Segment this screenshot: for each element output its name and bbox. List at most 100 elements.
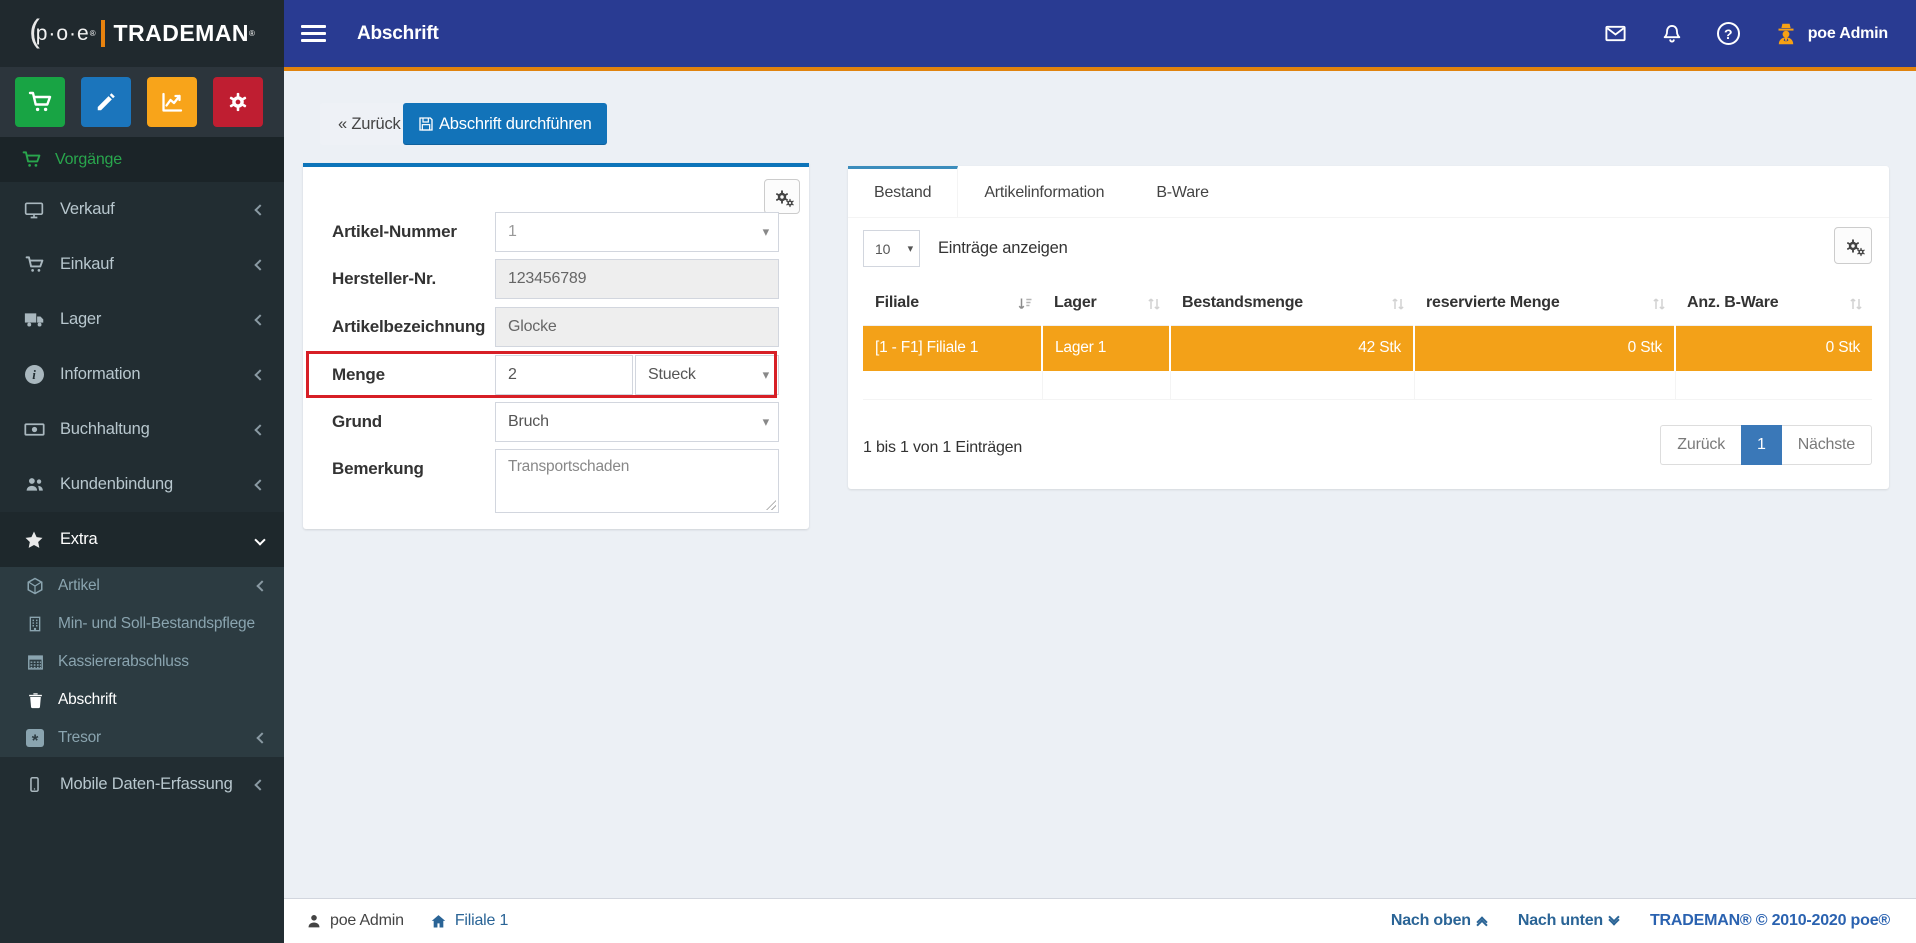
monitor-icon: [22, 200, 46, 220]
sort-both-icon: [1147, 296, 1161, 312]
menge-input[interactable]: 2: [495, 355, 633, 395]
double-chevron-up-icon: [1476, 916, 1488, 931]
sidebar-item-artikel[interactable]: Artikel: [0, 567, 284, 605]
top-navbar: Abschrift poe Admin: [284, 0, 1916, 71]
sidebar-item-buchhaltung[interactable]: Buchhaltung: [0, 402, 284, 457]
brand-name: TRADEMAN: [113, 20, 250, 46]
sort-both-icon: [1849, 296, 1863, 312]
table-header-row: Filiale Lager Bestandsmenge reservierte …: [863, 283, 1872, 326]
artikelbezeichnung-field: Glocke: [495, 307, 779, 347]
building-icon: [24, 616, 46, 632]
sidebar-item-min-soll-bestandspflege[interactable]: Min- und Soll-Bestandspflege: [0, 605, 284, 643]
sidebar: ( p·o·e ® TRADEMAN ® Vorgänge Verkauf Ei…: [0, 0, 284, 943]
pagination-next-button[interactable]: Nächste: [1781, 425, 1872, 465]
chevron-left-icon: [254, 203, 266, 216]
help-button[interactable]: [1716, 22, 1740, 45]
registered-mark: ®: [249, 29, 255, 38]
grund-select[interactable]: Bruch: [495, 402, 779, 442]
cart-icon: [22, 255, 46, 274]
shortcut-edit-button[interactable]: [81, 77, 131, 127]
artikel-nummer-select[interactable]: 1: [495, 212, 779, 252]
app-logo[interactable]: ( p·o·e ® TRADEMAN ®: [0, 0, 284, 67]
tab-bestand[interactable]: Bestand: [848, 166, 959, 217]
sidebar-item-lager[interactable]: Lager: [0, 292, 284, 347]
footer-links: Nach oben Nach unten TRADEMAN® © 2010-20…: [1391, 911, 1890, 931]
form-settings-button[interactable]: [764, 179, 800, 214]
hersteller-nr-label: Hersteller-Nr.: [332, 269, 436, 288]
pencil-icon: [95, 91, 117, 113]
sidebar-item-extra[interactable]: Extra: [0, 512, 284, 567]
cogs-icon: [774, 189, 794, 207]
home-icon: [430, 913, 447, 930]
chevron-left-icon: [254, 478, 266, 491]
shortcut-statistics-button[interactable]: [147, 77, 197, 127]
section-label: Vorgänge: [55, 150, 122, 168]
copyright-text[interactable]: TRADEMAN® © 2010-2020 poe®: [1650, 912, 1890, 930]
sidebar-item-tresor[interactable]: Tresor: [0, 719, 284, 757]
bemerkung-textarea[interactable]: Transportschaden: [495, 449, 779, 513]
chevron-left-icon: [254, 423, 266, 436]
chevron-left-icon: [256, 580, 268, 592]
abschrift-durchfuehren-button[interactable]: Abschrift durchführen: [403, 103, 607, 145]
registered-mark: ®: [89, 29, 96, 38]
sidebar-section-vorgaenge[interactable]: Vorgänge: [0, 137, 284, 182]
pagination: Zurück 1 Nächste: [1660, 425, 1872, 465]
user-menu[interactable]: poe Admin: [1774, 22, 1888, 46]
page-size-select[interactable]: 10: [863, 230, 920, 267]
user-name: poe Admin: [1807, 24, 1888, 42]
messages-button[interactable]: [1604, 22, 1627, 45]
info-circle-icon: [22, 365, 46, 384]
sidebar-item-information[interactable]: Information: [0, 347, 284, 402]
scroll-bottom-link[interactable]: Nach unten: [1518, 911, 1620, 930]
tab-b-ware[interactable]: B-Ware: [1130, 166, 1234, 217]
sidebar-item-einkauf[interactable]: Einkauf: [0, 237, 284, 292]
table-row[interactable]: [1 - F1] Filiale 1 Lager 1 42 Stk 0 Stk …: [863, 325, 1872, 371]
chart-icon: [160, 90, 184, 114]
logo-divider: [101, 20, 106, 47]
page-title: Abschrift: [357, 22, 439, 44]
sort-both-icon: [1391, 296, 1405, 312]
tab-bar: Bestand Artikelinformation B-Ware: [848, 166, 1889, 218]
column-header-reservierte-menge[interactable]: reservierte Menge: [1414, 283, 1675, 326]
sidebar-toggle-button[interactable]: [301, 25, 326, 42]
footer-filiale[interactable]: Filiale 1: [430, 912, 508, 930]
poe-logo-text: p·o·e: [35, 21, 90, 45]
shortcut-sales-button[interactable]: [15, 77, 65, 127]
column-header-lager[interactable]: Lager: [1042, 283, 1170, 326]
calculator-icon: [24, 654, 46, 671]
tab-artikelinformation[interactable]: Artikelinformation: [958, 166, 1130, 217]
cart-icon: [28, 90, 52, 114]
safe-icon: [24, 729, 46, 747]
user-secret-icon: [1774, 22, 1798, 46]
column-header-anz-b-ware[interactable]: Anz. B-Ware: [1675, 283, 1872, 326]
double-chevron-down-icon: [1608, 911, 1620, 926]
banknote-icon: [22, 419, 46, 440]
notifications-button[interactable]: [1661, 23, 1683, 45]
sidebar-item-kundenbindung[interactable]: Kundenbindung: [0, 457, 284, 512]
table-settings-button[interactable]: [1834, 227, 1872, 264]
sidebar-item-verkauf[interactable]: Verkauf: [0, 182, 284, 237]
column-header-filiale[interactable]: Filiale: [863, 283, 1042, 326]
menge-unit-select[interactable]: Stueck: [635, 355, 779, 395]
extra-submenu: Artikel Min- und Soll-Bestandspflege Kas…: [0, 567, 284, 757]
users-icon: [22, 474, 46, 495]
cogs-icon: [227, 91, 249, 113]
sidebar-item-mobile-daten-erfassung[interactable]: Mobile Daten-Erfassung: [0, 757, 284, 812]
shortcut-settings-button[interactable]: [213, 77, 263, 127]
cogs-icon: [1845, 238, 1865, 256]
cart-icon: [22, 150, 41, 169]
person-icon: [306, 913, 322, 929]
sort-both-icon: [1652, 296, 1666, 312]
column-header-bestandsmenge[interactable]: Bestandsmenge: [1170, 283, 1414, 326]
chevron-left-icon: [254, 258, 266, 271]
pagination-prev-button[interactable]: Zurück: [1660, 425, 1741, 465]
sidebar-item-kassiererabschluss[interactable]: Kassiererabschluss: [0, 643, 284, 681]
envelope-icon: [1604, 22, 1627, 45]
sidebar-item-abschrift[interactable]: Abschrift: [0, 681, 284, 719]
pagination-page-1-button[interactable]: 1: [1741, 425, 1782, 465]
grund-label: Grund: [332, 412, 382, 431]
chevron-left-icon: [256, 732, 268, 744]
cube-icon: [24, 577, 46, 595]
abschrift-form-panel: Artikel-Nummer 1 Hersteller-Nr. 12345678…: [303, 163, 809, 529]
scroll-top-link[interactable]: Nach oben: [1391, 912, 1488, 931]
